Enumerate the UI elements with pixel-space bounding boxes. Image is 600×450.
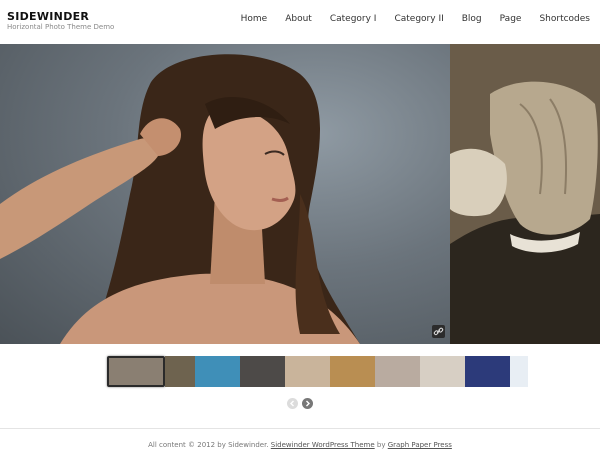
thumbnail-strip [107, 356, 528, 387]
thumb-jump[interactable] [510, 356, 528, 387]
nav-item-shortcodes[interactable]: Shortcodes [530, 14, 594, 24]
footer-by: by [374, 441, 388, 449]
thumb-woman-lying[interactable] [285, 356, 330, 387]
footer-copyright: All content © 2012 by Sidewinder. [148, 441, 271, 449]
main-nav: Home About Category I Category II Blog P… [232, 14, 594, 24]
footer-author-link[interactable]: Graph Paper Press [388, 441, 452, 449]
thumb-reading[interactable] [420, 356, 465, 387]
footer-divider [0, 428, 600, 429]
site-title[interactable]: SIDEWINDER [7, 10, 89, 23]
thumb-man-portrait[interactable] [240, 356, 285, 387]
thumb-underwater[interactable] [195, 356, 240, 387]
thumbnail-pager [287, 398, 313, 409]
nav-item-home[interactable]: Home [232, 14, 277, 24]
portrait-woman-illustration [0, 54, 360, 344]
nav-item-page[interactable]: Page [491, 14, 531, 24]
nav-item-about[interactable]: About [276, 14, 321, 24]
hand-grip-image[interactable] [450, 44, 600, 344]
thumb-golden[interactable] [330, 356, 375, 387]
thumb-hand[interactable] [165, 356, 195, 387]
thumb-old-man[interactable] [375, 356, 420, 387]
nav-item-category-ii[interactable]: Category II [385, 14, 452, 24]
site-tagline: Horizontal Photo Theme Demo [7, 23, 115, 31]
link-icon[interactable] [432, 325, 445, 338]
chevron-left-icon[interactable] [287, 398, 298, 409]
chevron-right-icon[interactable] [302, 398, 313, 409]
hand-grip-illustration [450, 44, 600, 344]
footer-theme-link[interactable]: Sidewinder WordPress Theme [271, 441, 375, 449]
thumb-woman-portrait[interactable] [107, 356, 165, 387]
photo-slider [0, 44, 600, 344]
site-footer: All content © 2012 by Sidewinder. Sidewi… [0, 441, 600, 449]
nav-item-blog[interactable]: Blog [453, 14, 491, 24]
chain-link-glyph [433, 327, 444, 336]
portrait-woman-image[interactable] [0, 44, 450, 344]
nav-item-category-i[interactable]: Category I [321, 14, 386, 24]
site-header: SIDEWINDER Horizontal Photo Theme Demo H… [0, 0, 600, 44]
thumb-concert[interactable] [465, 356, 510, 387]
